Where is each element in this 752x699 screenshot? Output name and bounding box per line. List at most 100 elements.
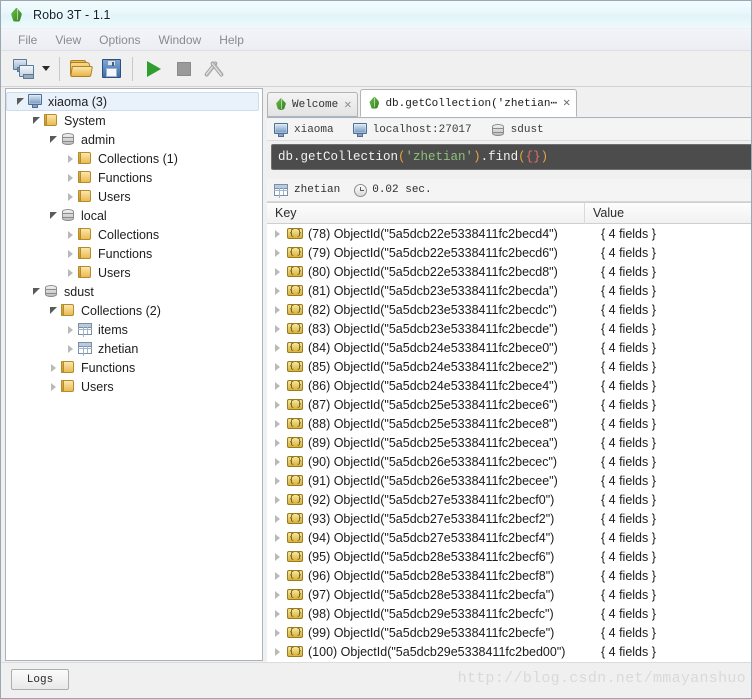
- expand-row-icon[interactable]: [267, 571, 287, 580]
- table-row[interactable]: (81) ObjectId("5a5dcb23e5338411fc2becda"…: [267, 281, 752, 300]
- expand-row-icon[interactable]: [267, 324, 287, 333]
- tree-item-functions[interactable]: Functions: [6, 358, 262, 377]
- tree-item-items[interactable]: items: [6, 320, 262, 339]
- table-row[interactable]: (93) ObjectId("5a5dcb27e5338411fc2becf2"…: [267, 509, 752, 528]
- expand-row-icon[interactable]: [267, 267, 287, 276]
- menu-item-options[interactable]: Options: [90, 31, 149, 49]
- tree-item-sdust[interactable]: sdust: [6, 282, 262, 301]
- expand-arrow-icon[interactable]: [46, 209, 60, 223]
- tree-item-functions[interactable]: Functions: [6, 168, 262, 187]
- table-row[interactable]: (83) ObjectId("5a5dcb23e5338411fc2becde"…: [267, 319, 752, 338]
- expand-arrow-icon[interactable]: [13, 95, 27, 109]
- tree-item-zhetian[interactable]: zhetian: [6, 339, 262, 358]
- close-icon[interactable]: ✕: [344, 99, 351, 111]
- table-row[interactable]: (84) ObjectId("5a5dcb24e5338411fc2bece0"…: [267, 338, 752, 357]
- collapse-arrow-icon[interactable]: [63, 228, 77, 242]
- tree-item-xiaoma-3[interactable]: xiaoma (3): [6, 92, 259, 111]
- tree-item-collections-1[interactable]: Collections (1): [6, 149, 262, 168]
- expand-row-icon[interactable]: [267, 381, 287, 390]
- connection-segment-0[interactable]: xiaoma: [273, 122, 334, 137]
- tree-item-collections[interactable]: Collections: [6, 225, 262, 244]
- table-row[interactable]: (79) ObjectId("5a5dcb22e5338411fc2becd6"…: [267, 243, 752, 262]
- expand-arrow-icon[interactable]: [29, 285, 43, 299]
- collapse-arrow-icon[interactable]: [63, 247, 77, 261]
- table-row[interactable]: (95) ObjectId("5a5dcb28e5338411fc2becf6"…: [267, 547, 752, 566]
- collapse-arrow-icon[interactable]: [46, 361, 60, 375]
- expand-row-icon[interactable]: [267, 476, 287, 485]
- table-row[interactable]: (96) ObjectId("5a5dcb28e5338411fc2becf8"…: [267, 566, 752, 585]
- connect-button[interactable]: [9, 55, 39, 83]
- connection-segment-2[interactable]: sdust: [490, 123, 544, 137]
- table-row[interactable]: (78) ObjectId("5a5dcb22e5338411fc2becd4"…: [267, 224, 752, 243]
- open-script-button[interactable]: [66, 55, 96, 83]
- expand-arrow-icon[interactable]: [46, 133, 60, 147]
- expand-row-icon[interactable]: [267, 514, 287, 523]
- tab-query[interactable]: db.getCollection('zhetian⋯ ✕: [360, 89, 578, 117]
- table-row[interactable]: (82) ObjectId("5a5dcb23e5338411fc2becdc"…: [267, 300, 752, 319]
- table-row[interactable]: (85) ObjectId("5a5dcb24e5338411fc2bece2"…: [267, 357, 752, 376]
- table-row[interactable]: (94) ObjectId("5a5dcb27e5338411fc2becf4"…: [267, 528, 752, 547]
- expand-row-icon[interactable]: [267, 628, 287, 637]
- expand-row-icon[interactable]: [267, 419, 287, 428]
- table-row[interactable]: (80) ObjectId("5a5dcb22e5338411fc2becd8"…: [267, 262, 752, 281]
- expand-row-icon[interactable]: [267, 438, 287, 447]
- expand-row-icon[interactable]: [267, 400, 287, 409]
- tab-welcome[interactable]: Welcome ✕: [267, 92, 359, 117]
- connection-segment-1[interactable]: localhost:27017: [352, 122, 472, 137]
- collapse-arrow-icon[interactable]: [63, 266, 77, 280]
- menu-item-view[interactable]: View: [46, 31, 90, 49]
- expand-row-icon[interactable]: [267, 229, 287, 238]
- collapse-arrow-icon[interactable]: [63, 152, 77, 166]
- table-row[interactable]: (86) ObjectId("5a5dcb24e5338411fc2bece4"…: [267, 376, 752, 395]
- tree-item-local[interactable]: local: [6, 206, 262, 225]
- table-row[interactable]: (89) ObjectId("5a5dcb25e5338411fc2becea"…: [267, 433, 752, 452]
- tree-item-users[interactable]: Users: [6, 263, 262, 282]
- table-row[interactable]: (97) ObjectId("5a5dcb28e5338411fc2becfa"…: [267, 585, 752, 604]
- collapse-arrow-icon[interactable]: [63, 190, 77, 204]
- table-row[interactable]: (100) ObjectId("5a5dcb29e5338411fc2bed00…: [267, 642, 752, 661]
- expand-row-icon[interactable]: [267, 495, 287, 504]
- table-row[interactable]: (90) ObjectId("5a5dcb26e5338411fc2becec"…: [267, 452, 752, 471]
- execute-button[interactable]: [139, 55, 169, 83]
- collapse-arrow-icon[interactable]: [63, 171, 77, 185]
- options-button[interactable]: [199, 55, 229, 83]
- expand-row-icon[interactable]: [267, 362, 287, 371]
- tree-item-collections-2[interactable]: Collections (2): [6, 301, 262, 320]
- query-editor[interactable]: db.getCollection('zhetian') .find({}): [271, 144, 752, 170]
- expand-arrow-icon[interactable]: [29, 114, 43, 128]
- table-row[interactable]: (87) ObjectId("5a5dcb25e5338411fc2bece6"…: [267, 395, 752, 414]
- menu-item-help[interactable]: Help: [210, 31, 253, 49]
- expand-row-icon[interactable]: [267, 552, 287, 561]
- expand-row-icon[interactable]: [267, 590, 287, 599]
- collapse-arrow-icon[interactable]: [63, 323, 77, 337]
- expand-row-icon[interactable]: [267, 457, 287, 466]
- connect-dropdown[interactable]: [39, 55, 53, 83]
- table-row[interactable]: (92) ObjectId("5a5dcb27e5338411fc2becf0"…: [267, 490, 752, 509]
- table-row[interactable]: (91) ObjectId("5a5dcb26e5338411fc2becee"…: [267, 471, 752, 490]
- results-table[interactable]: Key Value (78) ObjectId("5a5dcb22e533841…: [267, 202, 752, 662]
- column-header-value[interactable]: Value: [585, 203, 752, 224]
- tree-item-system[interactable]: System: [6, 111, 262, 130]
- expand-arrow-icon[interactable]: [46, 304, 60, 318]
- tree-item-users[interactable]: Users: [6, 377, 262, 396]
- database-tree[interactable]: xiaoma (3) System admin Collections (1) Func…: [6, 89, 262, 660]
- column-header-key[interactable]: Key: [267, 203, 585, 224]
- expand-row-icon[interactable]: [267, 248, 287, 257]
- expand-row-icon[interactable]: [267, 609, 287, 618]
- collapse-arrow-icon[interactable]: [63, 342, 77, 356]
- expand-row-icon[interactable]: [267, 533, 287, 542]
- save-script-button[interactable]: [96, 55, 126, 83]
- collapse-arrow-icon[interactable]: [46, 380, 60, 394]
- expand-row-icon[interactable]: [267, 343, 287, 352]
- tree-item-functions[interactable]: Functions: [6, 244, 262, 263]
- table-row[interactable]: (99) ObjectId("5a5dcb29e5338411fc2becfe"…: [267, 623, 752, 642]
- expand-row-icon[interactable]: [267, 286, 287, 295]
- logs-button[interactable]: Logs: [11, 669, 69, 690]
- close-icon[interactable]: ✕: [563, 97, 570, 109]
- expand-row-icon[interactable]: [267, 305, 287, 314]
- expand-row-icon[interactable]: [267, 647, 287, 656]
- table-row[interactable]: (88) ObjectId("5a5dcb25e5338411fc2bece8"…: [267, 414, 752, 433]
- stop-button[interactable]: [169, 55, 199, 83]
- menu-item-file[interactable]: File: [9, 31, 46, 49]
- tree-item-admin[interactable]: admin: [6, 130, 262, 149]
